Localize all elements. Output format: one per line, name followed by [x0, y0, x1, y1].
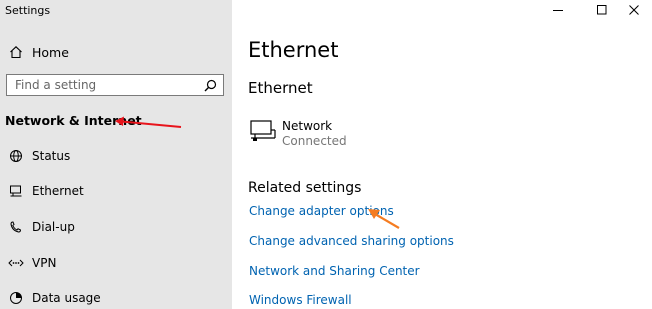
ethernet-icon: [4, 184, 28, 198]
close-button[interactable]: [620, 0, 648, 20]
data-usage-icon: [4, 291, 28, 305]
network-status: Connected: [282, 134, 347, 148]
network-computer-icon[interactable]: [250, 120, 276, 146]
sidebar-item-data-usage[interactable]: Data usage: [0, 289, 232, 307]
maximize-button[interactable]: [588, 0, 616, 20]
windows-firewall-link[interactable]: Windows Firewall: [249, 293, 352, 307]
sidebar-item-label: Status: [32, 149, 71, 163]
sidebar-item-vpn[interactable]: VPN: [0, 254, 232, 272]
network-and-sharing-center-link[interactable]: Network and Sharing Center: [249, 264, 420, 278]
sidebar-item-label: Ethernet: [32, 184, 84, 198]
page-title: Ethernet: [248, 38, 339, 62]
maximize-icon: [597, 5, 607, 15]
home-icon: [4, 45, 28, 59]
window-title: Settings: [5, 4, 51, 17]
orange-arrow-annotation: [368, 209, 400, 229]
sidebar-item-label: Home: [32, 44, 69, 60]
red-arrow-annotation: [115, 116, 182, 128]
minimize-icon: [553, 10, 563, 11]
sidebar: Settings Home Network & Internet Status …: [0, 0, 232, 309]
sidebar-item-home[interactable]: Home: [0, 43, 232, 61]
globe-icon: [4, 149, 28, 163]
sidebar-item-dialup[interactable]: Dial-up: [0, 218, 232, 236]
sidebar-item-label: Data usage: [32, 291, 101, 305]
dialup-icon: [4, 220, 28, 234]
search-box[interactable]: [6, 74, 224, 96]
sidebar-item-label: VPN: [32, 256, 57, 270]
related-settings-heading: Related settings: [248, 180, 362, 196]
search-input[interactable]: [13, 77, 177, 93]
minimize-button[interactable]: [544, 0, 572, 20]
network-name[interactable]: Network: [282, 119, 332, 133]
sidebar-item-status[interactable]: Status: [0, 147, 232, 165]
change-advanced-sharing-options-link[interactable]: Change advanced sharing options: [249, 234, 454, 248]
close-icon: [629, 5, 639, 15]
sidebar-item-label: Dial-up: [32, 220, 75, 234]
vpn-icon: [4, 256, 28, 270]
section-subtitle: Ethernet: [248, 79, 313, 97]
search-icon[interactable]: [204, 79, 217, 92]
sidebar-item-ethernet[interactable]: Ethernet: [0, 182, 232, 200]
